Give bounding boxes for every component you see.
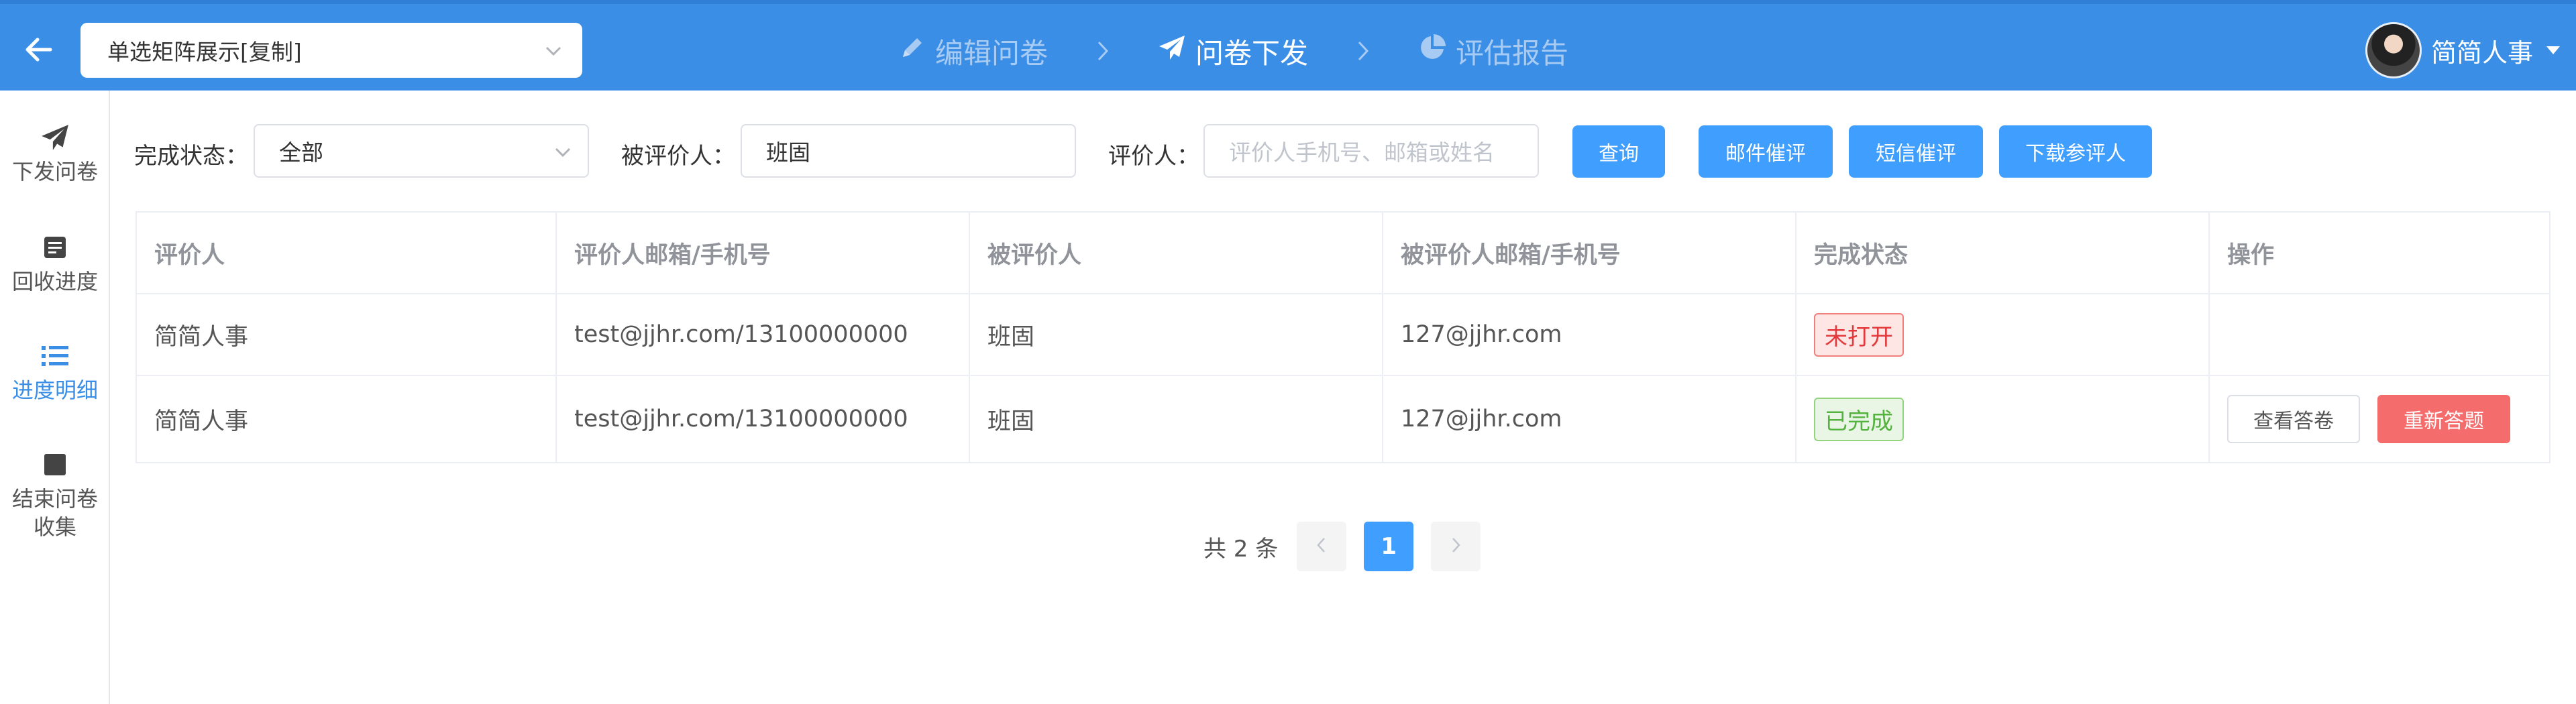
column-header-actions: 操作 [2209, 212, 2551, 294]
cell-actions [2209, 294, 2551, 376]
left-sidebar: 下发问卷 回收进度 进度明细 结束问卷 收集 [0, 91, 110, 704]
prev-page-button[interactable] [1297, 522, 1347, 571]
sidebar-item-label: 回收进度 [11, 269, 98, 294]
chevron-down-icon [553, 141, 573, 168]
table-row: 简简人事 test@jjhr.com/13100000000 班固 127@jj… [136, 375, 2551, 463]
sms-remind-button[interactable]: 短信催评 [1849, 125, 1983, 178]
total-count: 共 2 条 [1203, 535, 1279, 563]
evaluator-input-placeholder: 评价人手机号、邮箱或姓名 [1229, 139, 1495, 166]
status-badge: 已完成 [1814, 397, 1904, 441]
avatar [2365, 22, 2422, 78]
survey-title-value: 单选矩阵展示[复制] [107, 39, 302, 65]
cell-evaluator-contact: test@jjhr.com/13100000000 [556, 294, 970, 376]
chevron-left-icon [1316, 536, 1328, 556]
user-menu[interactable]: 简简人事 [2365, 22, 2560, 78]
download-participants-button[interactable]: 下载参评人 [1999, 125, 2152, 178]
evaluatee-filter-label: 被评价人： [621, 143, 735, 170]
sidebar-item-label: 下发问卷 [11, 159, 98, 184]
cell-evaluatee-contact: 127@jjhr.com [1383, 294, 1796, 376]
sidebar-item-distribute[interactable]: 下发问卷 [0, 119, 110, 186]
cell-actions: 查看答卷 重新答题 [2209, 375, 2551, 463]
status-select[interactable]: 全部 [254, 124, 589, 178]
sidebar-item-end-collection[interactable]: 结束问卷 收集 [0, 446, 110, 541]
evaluatee-input-value: 班固 [766, 139, 810, 166]
top-header-bar: 单选矩阵展示[复制] 编辑问卷 问卷下发 评估报告 简简人事 [0, 0, 2576, 91]
progress-detail-table: 评价人 评价人邮箱/手机号 被评价人 被评价人邮箱/手机号 完成状态 操作 简简… [136, 211, 2551, 463]
document-icon [42, 229, 68, 266]
status-badge: 未打开 [1814, 312, 1904, 357]
survey-title-select[interactable]: 单选矩阵展示[复制] [80, 23, 582, 78]
pagination: 共 2 条 1 [1203, 522, 1498, 571]
cell-evaluatee: 班固 [969, 294, 1383, 376]
status-select-value: 全部 [279, 139, 323, 166]
email-remind-button[interactable]: 邮件催评 [1699, 125, 1833, 178]
cell-evaluator: 简简人事 [136, 294, 557, 376]
sidebar-item-label: 结束问卷 收集 [11, 486, 98, 540]
column-header-status: 完成状态 [1796, 212, 2210, 294]
next-page-button[interactable] [1431, 522, 1481, 571]
pie-chart-icon [1418, 34, 1446, 68]
cell-status: 未打开 [1796, 294, 2210, 376]
column-header-evaluator: 评价人 [136, 212, 557, 294]
status-filter-label: 完成状态： [134, 143, 248, 170]
paper-plane-icon [40, 119, 70, 156]
paper-plane-icon [1158, 34, 1186, 68]
column-header-evaluator-contact: 评价人邮箱/手机号 [556, 212, 970, 294]
cell-evaluatee: 班固 [969, 375, 1383, 463]
table-header-row: 评价人 评价人邮箱/手机号 被评价人 被评价人邮箱/手机号 完成状态 操作 [136, 212, 2551, 294]
step-navigation: 编辑问卷 问卷下发 评估报告 [899, 31, 1568, 71]
reanswer-button[interactable]: 重新答题 [2377, 395, 2510, 443]
evaluator-filter-label: 评价人： [1108, 143, 1199, 170]
column-header-evaluatee: 被评价人 [969, 212, 1383, 294]
stop-icon [42, 446, 68, 483]
table-row: 简简人事 test@jjhr.com/13100000000 班固 127@jj… [136, 294, 2551, 376]
query-button[interactable]: 查询 [1572, 125, 1665, 178]
filter-bar: 完成状态： 全部 被评价人： 班固 评价人： 评价人手机号、邮箱或姓名 查询 邮… [134, 124, 2549, 178]
chevron-right-icon [1450, 536, 1462, 556]
step-evaluation-report-label: 评估报告 [1456, 36, 1569, 70]
evaluatee-input[interactable]: 班固 [741, 124, 1076, 178]
page-number-button[interactable]: 1 [1364, 522, 1414, 571]
sidebar-item-label: 进度明细 [11, 377, 98, 403]
chevron-right-icon [1096, 40, 1110, 62]
cell-evaluator-contact: test@jjhr.com/13100000000 [556, 375, 970, 463]
back-arrow-icon[interactable] [19, 30, 59, 70]
step-distribute-survey[interactable]: 问卷下发 [1158, 31, 1308, 72]
caret-down-icon [2546, 46, 2560, 54]
user-name: 简简人事 [2430, 38, 2533, 68]
chevron-right-icon [1356, 40, 1370, 62]
list-icon [40, 337, 70, 375]
step-edit-survey-label: 编辑问卷 [935, 36, 1049, 70]
step-evaluation-report[interactable]: 评估报告 [1418, 31, 1568, 72]
pencil-icon [899, 34, 926, 68]
sidebar-item-collection-progress[interactable]: 回收进度 [0, 229, 110, 296]
column-header-evaluatee-contact: 被评价人邮箱/手机号 [1383, 212, 1796, 294]
cell-status: 已完成 [1796, 375, 2210, 463]
evaluator-input[interactable]: 评价人手机号、邮箱或姓名 [1203, 124, 1539, 178]
sidebar-item-progress-detail[interactable]: 进度明细 [0, 337, 110, 404]
view-answers-button[interactable]: 查看答卷 [2227, 395, 2360, 443]
chevron-down-icon [543, 40, 564, 66]
step-distribute-survey-label: 问卷下发 [1195, 36, 1309, 70]
cell-evaluator: 简简人事 [136, 375, 557, 463]
cell-evaluatee-contact: 127@jjhr.com [1383, 375, 1796, 463]
step-edit-survey[interactable]: 编辑问卷 [899, 31, 1048, 72]
